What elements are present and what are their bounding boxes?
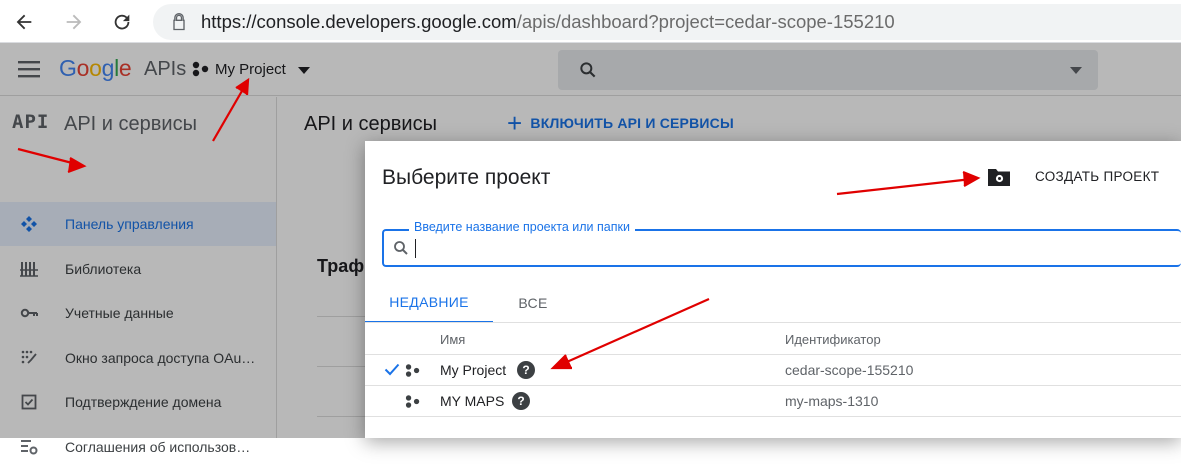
settings-list-icon (20, 438, 38, 456)
browser-toolbar: https://console.developers.google.com/ap… (0, 0, 1181, 43)
text-cursor (415, 239, 416, 258)
reload-button[interactable] (108, 8, 136, 36)
back-arrow-icon (16, 14, 32, 30)
help-icon[interactable]: ? (517, 361, 535, 379)
forward-arrow-icon (66, 14, 82, 30)
create-project-button[interactable]: СОЗДАТЬ ПРОЕКТ (1035, 169, 1159, 184)
address-bar[interactable]: https://console.developers.google.com/ap… (153, 4, 1181, 40)
search-field-label: Введите название проекта или папки (409, 220, 635, 234)
project-search-input[interactable] (382, 229, 1181, 267)
project-id: cedar-scope-155210 (785, 362, 914, 378)
lock-icon (173, 13, 185, 31)
forward-button[interactable] (60, 8, 88, 36)
tabs-divider (365, 322, 1181, 323)
sidebar-item-label: Соглашения об использов… (65, 438, 251, 455)
divider (365, 416, 1181, 417)
tab-recent[interactable]: НЕДАВНИЕ (365, 283, 493, 323)
back-button[interactable] (10, 8, 38, 36)
url-path: /apis/dashboard?project=cedar-scope-1552… (516, 11, 895, 32)
column-header-name: Имя (440, 332, 466, 347)
column-header-id: Идентификатор (785, 332, 881, 347)
help-icon[interactable]: ? (512, 392, 530, 410)
project-row[interactable]: My Project ? cedar-scope-155210 (365, 355, 1181, 386)
project-row[interactable]: MY MAPS ? my-maps-1310 (365, 386, 1181, 417)
search-icon (394, 241, 408, 255)
reload-icon (114, 14, 130, 30)
project-name[interactable]: MY MAPS (440, 393, 504, 409)
create-folder-icon[interactable] (987, 167, 1011, 187)
project-name[interactable]: My Project (440, 362, 506, 378)
checkmark-icon (384, 363, 400, 376)
url-host: https://console.developers.google.com (201, 11, 517, 32)
project-id: my-maps-1310 (785, 393, 879, 409)
select-project-dialog: Выберите проект СОЗДАТЬ ПРОЕКТ Введите н… (365, 141, 1181, 438)
dialog-title: Выберите проект (382, 166, 551, 189)
project-dots-icon (405, 364, 420, 377)
tab-all[interactable]: ВСЕ (493, 283, 573, 323)
project-dots-icon (405, 395, 420, 408)
